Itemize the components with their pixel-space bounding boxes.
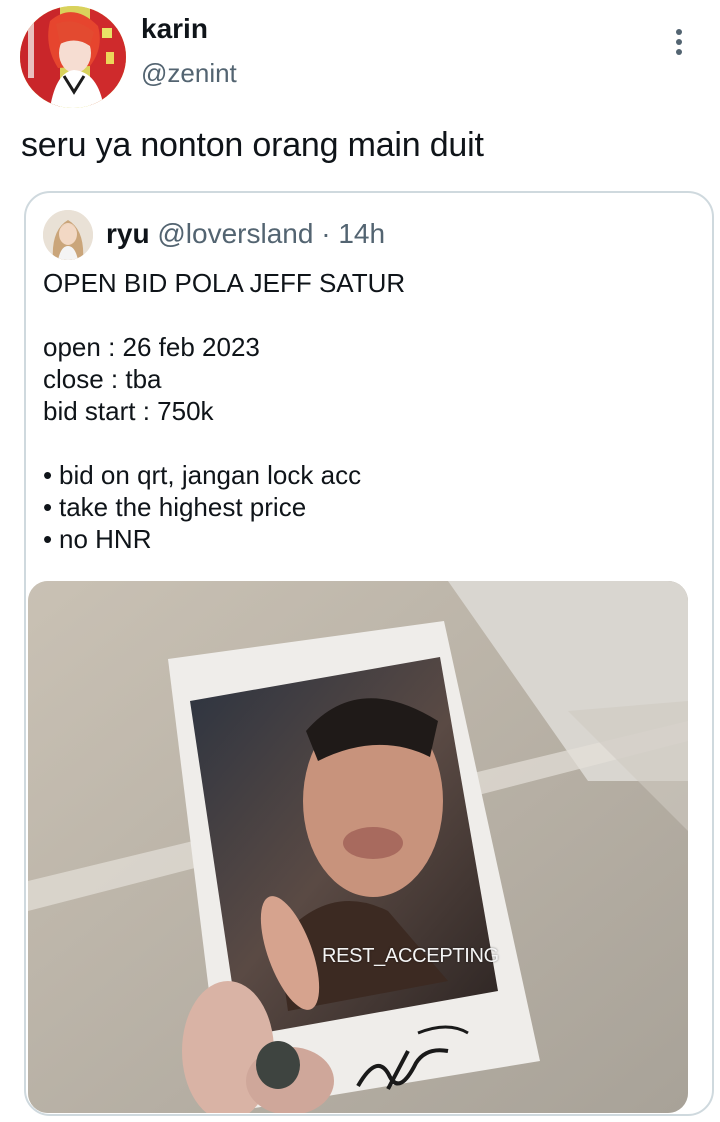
detail-line: open : 26 feb 2023 bbox=[43, 332, 260, 362]
quoted-author-avatar[interactable] bbox=[43, 210, 93, 260]
tweet-detail: karin @zenint seru ya nonton orang main … bbox=[0, 0, 720, 1122]
tweet-header: karin @zenint bbox=[0, 0, 720, 120]
media-watermark: REST_ACCEPTING bbox=[322, 945, 499, 967]
profile-photo-avatar-image bbox=[43, 210, 93, 260]
bullet-text: no HNR bbox=[59, 524, 152, 554]
bullet-text: bid on qrt, jangan lock acc bbox=[59, 460, 362, 490]
bullet-item: take the highest price bbox=[43, 491, 693, 523]
dot bbox=[676, 39, 682, 45]
meta-separator: · bbox=[321, 218, 331, 249]
bullet-text: take the highest price bbox=[59, 492, 307, 522]
quoted-timestamp[interactable]: 14h bbox=[338, 218, 385, 249]
dot bbox=[676, 29, 682, 35]
bullet-item: bid on qrt, jangan lock acc bbox=[43, 459, 693, 491]
quoted-tweet-text: OPEN BID POLA JEFF SATUR open : 26 feb 2… bbox=[43, 267, 693, 555]
author-display-name[interactable]: karin bbox=[141, 13, 208, 45]
detail-line: close : tba bbox=[43, 364, 162, 394]
detail-line: bid start : 750k bbox=[43, 396, 214, 426]
author-avatar[interactable] bbox=[20, 6, 126, 108]
dot bbox=[676, 49, 682, 55]
tweet-text: seru ya nonton orang main duit bbox=[21, 126, 484, 164]
anime-character-avatar-image bbox=[20, 6, 126, 108]
quoted-tweet-card[interactable]: ryu @loversland · 14h OPEN BID POLA JEFF… bbox=[24, 191, 714, 1116]
quoted-author-handle[interactable]: @loversland bbox=[157, 218, 313, 249]
author-handle[interactable]: @zenint bbox=[141, 58, 237, 89]
tweet-media-image[interactable]: REST_ACCEPTING bbox=[28, 581, 688, 1113]
more-options-icon[interactable] bbox=[662, 22, 696, 62]
polaroid-photo-image bbox=[28, 581, 688, 1113]
quoted-author-meta: ryu @loversland · 14h bbox=[106, 218, 385, 250]
bullet-item: no HNR bbox=[43, 523, 693, 555]
headline-line: OPEN BID POLA JEFF SATUR bbox=[43, 268, 406, 298]
quoted-author-name[interactable]: ryu bbox=[106, 218, 150, 249]
